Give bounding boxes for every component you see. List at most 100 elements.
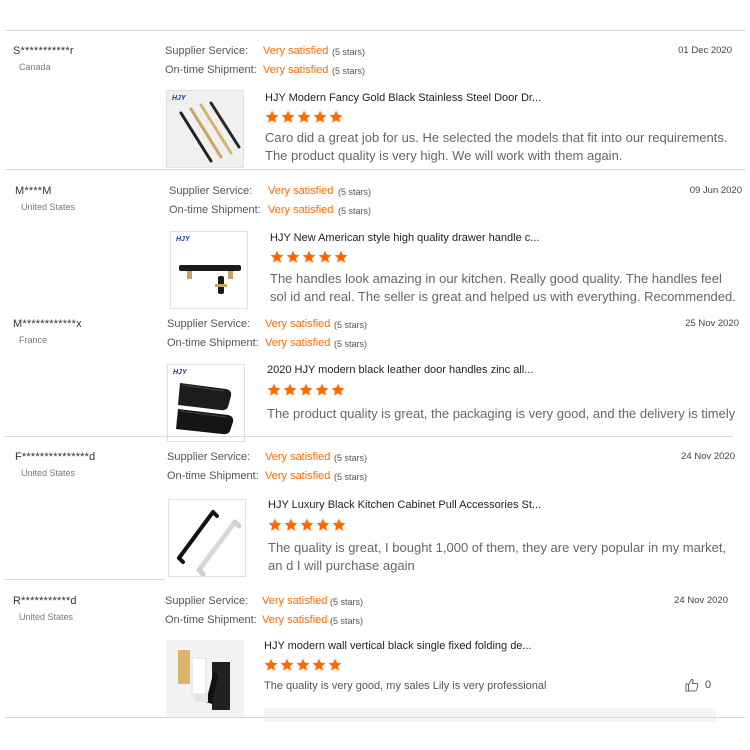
star-icon <box>264 658 278 671</box>
product-title-link[interactable]: HJY New American style high quality draw… <box>270 232 539 244</box>
product-thumbnail[interactable] <box>168 499 246 577</box>
reply-area <box>264 708 716 722</box>
star-icon <box>312 658 326 671</box>
ontime-shipment-stars: (5 stars) <box>330 616 364 626</box>
review-date: 01 Dec 2020 <box>678 45 732 56</box>
review-item: F***************d United States Supplier… <box>0 437 750 580</box>
ontime-shipment-label: On-time Shipment: <box>165 64 257 76</box>
reviewer-country: Canada <box>19 62 51 72</box>
review-date: 24 Nov 2020 <box>681 451 735 462</box>
star-icon <box>270 250 284 263</box>
supplier-service-value: Very satisfied <box>265 318 331 330</box>
product-title-link[interactable]: HJY modern wall vertical black single fi… <box>264 640 532 652</box>
supplier-service-label: Supplier Service: <box>167 451 251 463</box>
ontime-shipment-stars: (5 stars) <box>338 206 372 216</box>
star-rating <box>267 383 345 397</box>
star-rating <box>264 658 342 672</box>
star-icon <box>313 110 327 123</box>
review-date: 25 Nov 2020 <box>685 318 739 329</box>
supplier-service-label: Supplier Service: <box>165 45 249 57</box>
ontime-shipment-label: On-time Shipment: <box>167 337 259 349</box>
star-icon <box>316 518 330 531</box>
reviewer-name: S***********r <box>13 45 74 57</box>
brand-logo: HJY <box>173 369 187 376</box>
ontime-shipment-value: Very satisfied <box>262 614 328 626</box>
star-icon <box>297 110 311 123</box>
thumbs-up-icon <box>685 678 699 692</box>
star-icon <box>268 518 282 531</box>
product-title-link[interactable]: HJY Modern Fancy Gold Black Stainless St… <box>265 92 541 104</box>
ontime-shipment-value: Very satisfied <box>265 337 331 349</box>
review-item: R***********d United States Supplier Ser… <box>0 580 750 730</box>
ontime-shipment-value: Very satisfied <box>268 204 334 216</box>
review-text: The quality is great, I bought 1,000 of … <box>268 540 727 573</box>
star-icon <box>332 518 346 531</box>
reviewer-country: United States <box>19 612 74 622</box>
product-thumbnail[interactable]: HJY <box>166 90 244 168</box>
supplier-service-stars: (5 stars) <box>334 453 368 463</box>
supplier-service-stars: (5 stars) <box>332 47 366 57</box>
review-date: 24 Nov 2020 <box>674 595 728 606</box>
star-icon <box>300 518 314 531</box>
supplier-service-label: Supplier Service: <box>167 318 251 330</box>
review-text: Caro did a great job for us. He selected… <box>265 130 728 163</box>
product-title-link[interactable]: 2020 HJY modern black leather door handl… <box>267 364 533 376</box>
ontime-shipment-label: On-time Shipment: <box>169 204 261 216</box>
review-text: The quality is very good, my sales Lily … <box>264 680 547 692</box>
ontime-shipment-stars: (5 stars) <box>334 339 368 349</box>
star-icon <box>286 250 300 263</box>
ontime-shipment-value: Very satisfied <box>265 470 331 482</box>
supplier-service-label: Supplier Service: <box>165 595 249 607</box>
reviewer-name: M****M <box>15 185 52 197</box>
star-icon <box>280 658 294 671</box>
star-rating <box>268 518 346 532</box>
review-item: M************x France Supplier Service: … <box>0 310 750 442</box>
star-rating <box>270 250 348 264</box>
supplier-service-value: Very satisfied <box>262 595 328 607</box>
star-icon <box>296 658 310 671</box>
supplier-service-stars: (5 stars) <box>330 597 364 607</box>
like-count: 0 <box>705 679 712 691</box>
review-item: M****M United States Supplier Service: V… <box>0 170 750 310</box>
star-icon <box>328 658 342 671</box>
star-icon <box>329 110 343 123</box>
reviewer-country: United States <box>21 468 76 478</box>
wall-hook-image <box>166 640 244 718</box>
brand-logo: HJY <box>176 236 190 243</box>
reviewer-name: F***************d <box>15 451 96 463</box>
star-icon <box>283 383 297 396</box>
ontime-shipment-label: On-time Shipment: <box>165 614 257 626</box>
product-title-link[interactable]: HJY Luxury Black Kitchen Cabinet Pull Ac… <box>268 499 541 511</box>
star-icon <box>299 383 313 396</box>
door-handles-image <box>167 91 243 167</box>
reviewer-name: M************x <box>13 318 82 330</box>
star-icon <box>302 250 316 263</box>
like-button[interactable]: 0 <box>685 678 711 692</box>
star-icon <box>331 383 345 396</box>
product-thumbnail[interactable]: HJY <box>170 231 248 309</box>
supplier-service-stars: (5 stars) <box>334 320 368 330</box>
supplier-service-label: Supplier Service: <box>169 185 253 197</box>
star-rating <box>265 110 343 124</box>
reviewer-name: R***********d <box>13 595 77 607</box>
reviewer-country: United States <box>21 202 76 212</box>
review-text: The handles look amazing in our kitchen.… <box>270 271 736 304</box>
leather-handles-image <box>176 383 234 435</box>
supplier-service-value: Very satisfied <box>263 45 329 57</box>
star-icon <box>334 250 348 263</box>
ontime-shipment-stars: (5 stars) <box>332 66 366 76</box>
review-item: S***********r Canada Supplier Service: V… <box>0 0 750 170</box>
ontime-shipment-value: Very satisfied <box>263 64 329 76</box>
drawer-handle-image <box>179 265 241 294</box>
product-thumbnail[interactable] <box>166 640 244 718</box>
star-icon <box>265 110 279 123</box>
star-icon <box>315 383 329 396</box>
reviewer-country: France <box>19 335 48 345</box>
star-icon <box>318 250 332 263</box>
review-text: The product quality is great, the packag… <box>267 406 736 421</box>
cabinet-pull-image <box>169 500 245 576</box>
supplier-service-stars: (5 stars) <box>338 187 372 197</box>
review-date: 09 Jun 2020 <box>689 185 742 196</box>
brand-logo: HJY <box>172 95 186 102</box>
product-thumbnail[interactable]: HJY <box>167 364 245 442</box>
